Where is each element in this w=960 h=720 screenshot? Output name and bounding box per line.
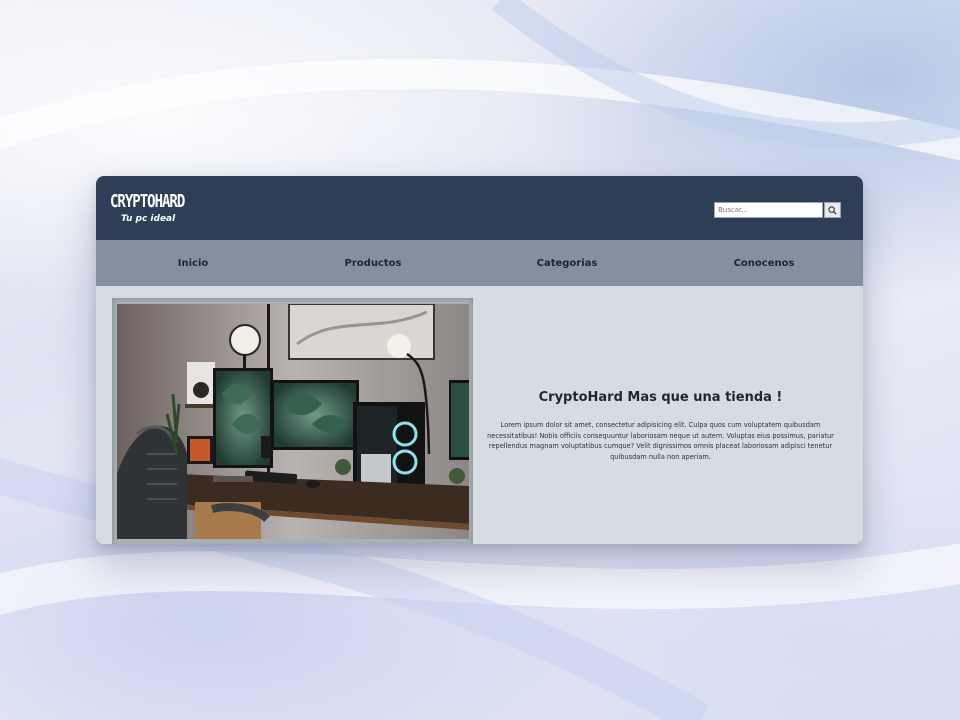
hero-image-frame [112,298,473,544]
browser-window: CRYPTOHARD Tu pc ideal Inicio Productos … [96,176,863,544]
logo[interactable]: CRYPTOHARD [110,192,185,212]
main-nav: Inicio Productos Categorias Conocenos [96,240,863,286]
nav-item-productos[interactable]: Productos [345,240,402,286]
nav-item-categorias[interactable]: Categorias [537,240,598,286]
nav-item-conocenos[interactable]: Conocenos [734,240,795,286]
nav-item-inicio[interactable]: Inicio [178,240,209,286]
search-icon [828,205,837,215]
search-input[interactable] [714,202,823,218]
search-button[interactable] [824,202,841,218]
hero-section: CryptoHard Mas que una tienda ! Lorem ip… [96,286,863,544]
tagline: Tu pc ideal [121,214,176,224]
site-header: CRYPTOHARD Tu pc ideal [96,176,863,240]
gaming-setup-image [117,304,469,539]
hero-title: CryptoHard Mas que una tienda ! [538,390,783,405]
hero-description: Lorem ipsum dolor sit amet, consectetur … [487,421,834,461]
search-bar [714,202,841,218]
